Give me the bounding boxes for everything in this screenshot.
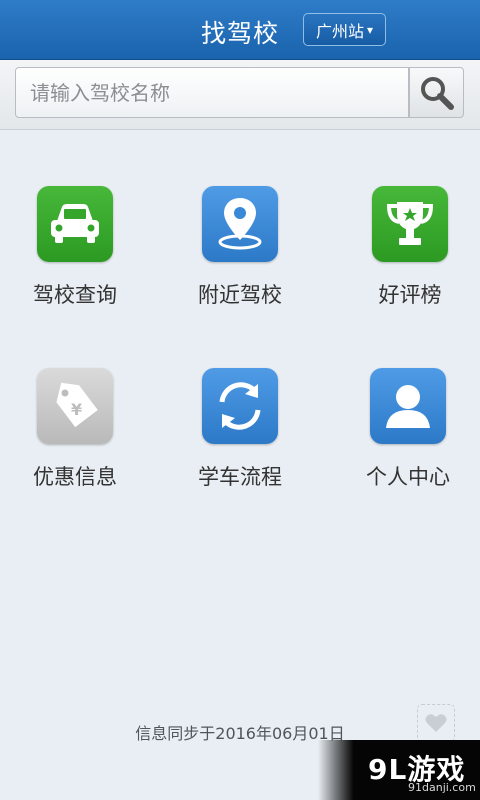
search-button[interactable] (409, 67, 464, 118)
menu-item-school-search[interactable]: 驾校查询 (0, 186, 150, 316)
chevron-down-icon: ▾ (366, 22, 374, 37)
menu-item-label: 优惠信息 (33, 465, 117, 489)
menu-item-label: 附近驾校 (198, 283, 282, 307)
menu-item-label: 驾校查询 (33, 283, 117, 307)
menu-item-profile[interactable]: 个人中心 (333, 368, 480, 498)
city-selector-button[interactable]: 广州站 ▾ (303, 13, 386, 46)
menu-item-label: 学车流程 (198, 465, 282, 489)
menu-item-label: 个人中心 (366, 465, 450, 489)
nearby-schools-tile (202, 186, 278, 262)
svg-text:¥: ¥ (71, 400, 82, 419)
menu-item-nearby-schools[interactable]: 附近驾校 (165, 186, 315, 316)
price-tag-icon: ¥ (56, 382, 98, 428)
trophy-icon (386, 202, 434, 245)
top-rated-tile (372, 186, 448, 262)
menu-item-learning-process[interactable]: 学车流程 (165, 368, 315, 498)
watermark-url: 91danji.com (408, 781, 476, 794)
menu-item-promotions[interactable]: ¥ 优惠信息 (0, 368, 150, 498)
menu-item-top-rated[interactable]: 好评榜 (335, 186, 480, 316)
car-icon (51, 204, 99, 243)
heart-icon (425, 714, 447, 732)
top-bar: 找驾校 广州站 ▾ (0, 0, 480, 60)
search-bar (0, 60, 480, 130)
menu-item-label: 好评榜 (378, 283, 442, 307)
city-label: 广州站 (315, 21, 364, 41)
search-input[interactable] (15, 67, 409, 118)
profile-tile (370, 368, 446, 444)
promotions-tile: ¥ (37, 368, 113, 444)
watermark: 9L游戏 91danji.com (318, 740, 480, 800)
cycle-arrows-icon (219, 382, 261, 430)
location-pin-icon (218, 198, 262, 250)
favorite-button[interactable] (417, 704, 455, 742)
school-search-tile (37, 186, 113, 262)
learning-process-tile (202, 368, 278, 444)
search-icon (420, 76, 454, 110)
page-title: 找驾校 (200, 19, 279, 48)
user-icon (386, 385, 430, 428)
